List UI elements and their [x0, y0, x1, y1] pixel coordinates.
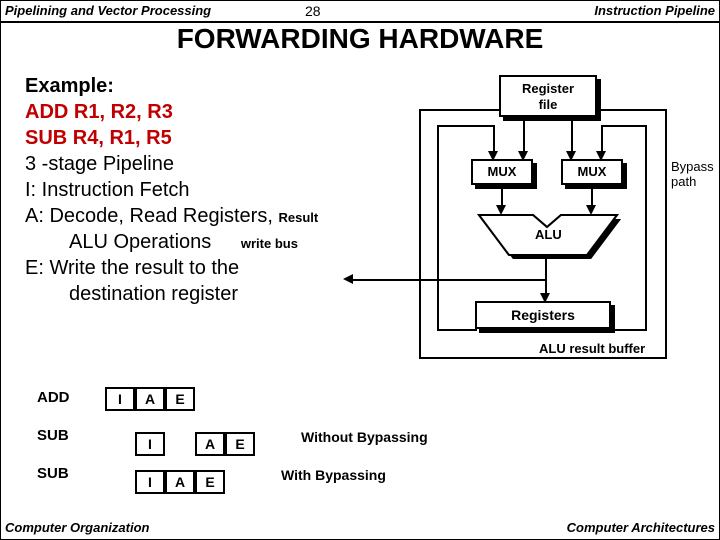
writebus-label: write bus: [241, 236, 298, 251]
example-a2: ALU Operations write bus: [25, 229, 318, 255]
datapath-diagram: Register file MUX MUX: [419, 69, 711, 369]
cell-a: A: [165, 470, 195, 494]
example-i: I: Instruction Fetch: [25, 177, 318, 203]
example-block: Example: ADD R1, R2, R3 SUB R4, R1, R5 3…: [25, 73, 318, 307]
cell-i: I: [105, 387, 135, 411]
example-add: ADD R1, R2, R3: [25, 99, 318, 125]
page-number: 28: [305, 3, 321, 19]
example-a1: A: Decode, Read Registers, Result: [25, 203, 318, 229]
example-label: Example:: [25, 75, 114, 97]
cell-i: I: [135, 432, 165, 456]
row3-cells: IAE: [105, 463, 225, 494]
header-left: Pipelining and Vector Processing: [5, 3, 211, 18]
alu-buffer-label: ALU result buffer: [539, 341, 645, 356]
registers-box: Registers: [475, 301, 611, 329]
row2-label: SUB: [37, 427, 69, 444]
cell-a: A: [195, 432, 225, 456]
note-with: With Bypassing: [281, 467, 386, 483]
row1-label: ADD: [37, 389, 70, 406]
footer-right: Computer Architectures: [567, 520, 715, 535]
page-title: FORWARDING HARDWARE: [1, 23, 719, 55]
example-e1: E: Write the result to the: [25, 255, 318, 281]
register-file-box: Register file: [499, 75, 597, 117]
cell-e: E: [195, 470, 225, 494]
cell-i: I: [135, 470, 165, 494]
row2-cells: I AE: [105, 425, 255, 456]
footer-left: Computer Organization: [5, 520, 149, 535]
example-stage: 3 -stage Pipeline: [25, 151, 318, 177]
row3-label: SUB: [37, 465, 69, 482]
mux-left: MUX: [471, 159, 533, 185]
alu-label: ALU: [535, 227, 562, 242]
example-e2: destination register: [25, 281, 318, 307]
mux-right: MUX: [561, 159, 623, 185]
row1-cells: IAE: [105, 387, 195, 411]
cell-e: E: [165, 387, 195, 411]
cell-a: A: [135, 387, 165, 411]
result-label: Result: [278, 210, 318, 225]
example-sub: SUB R4, R1, R5: [25, 125, 318, 151]
note-without: Without Bypassing: [301, 429, 428, 445]
cell-e: E: [225, 432, 255, 456]
header-right: Instruction Pipeline: [594, 3, 715, 18]
bypass-label: Bypass path: [671, 159, 714, 189]
